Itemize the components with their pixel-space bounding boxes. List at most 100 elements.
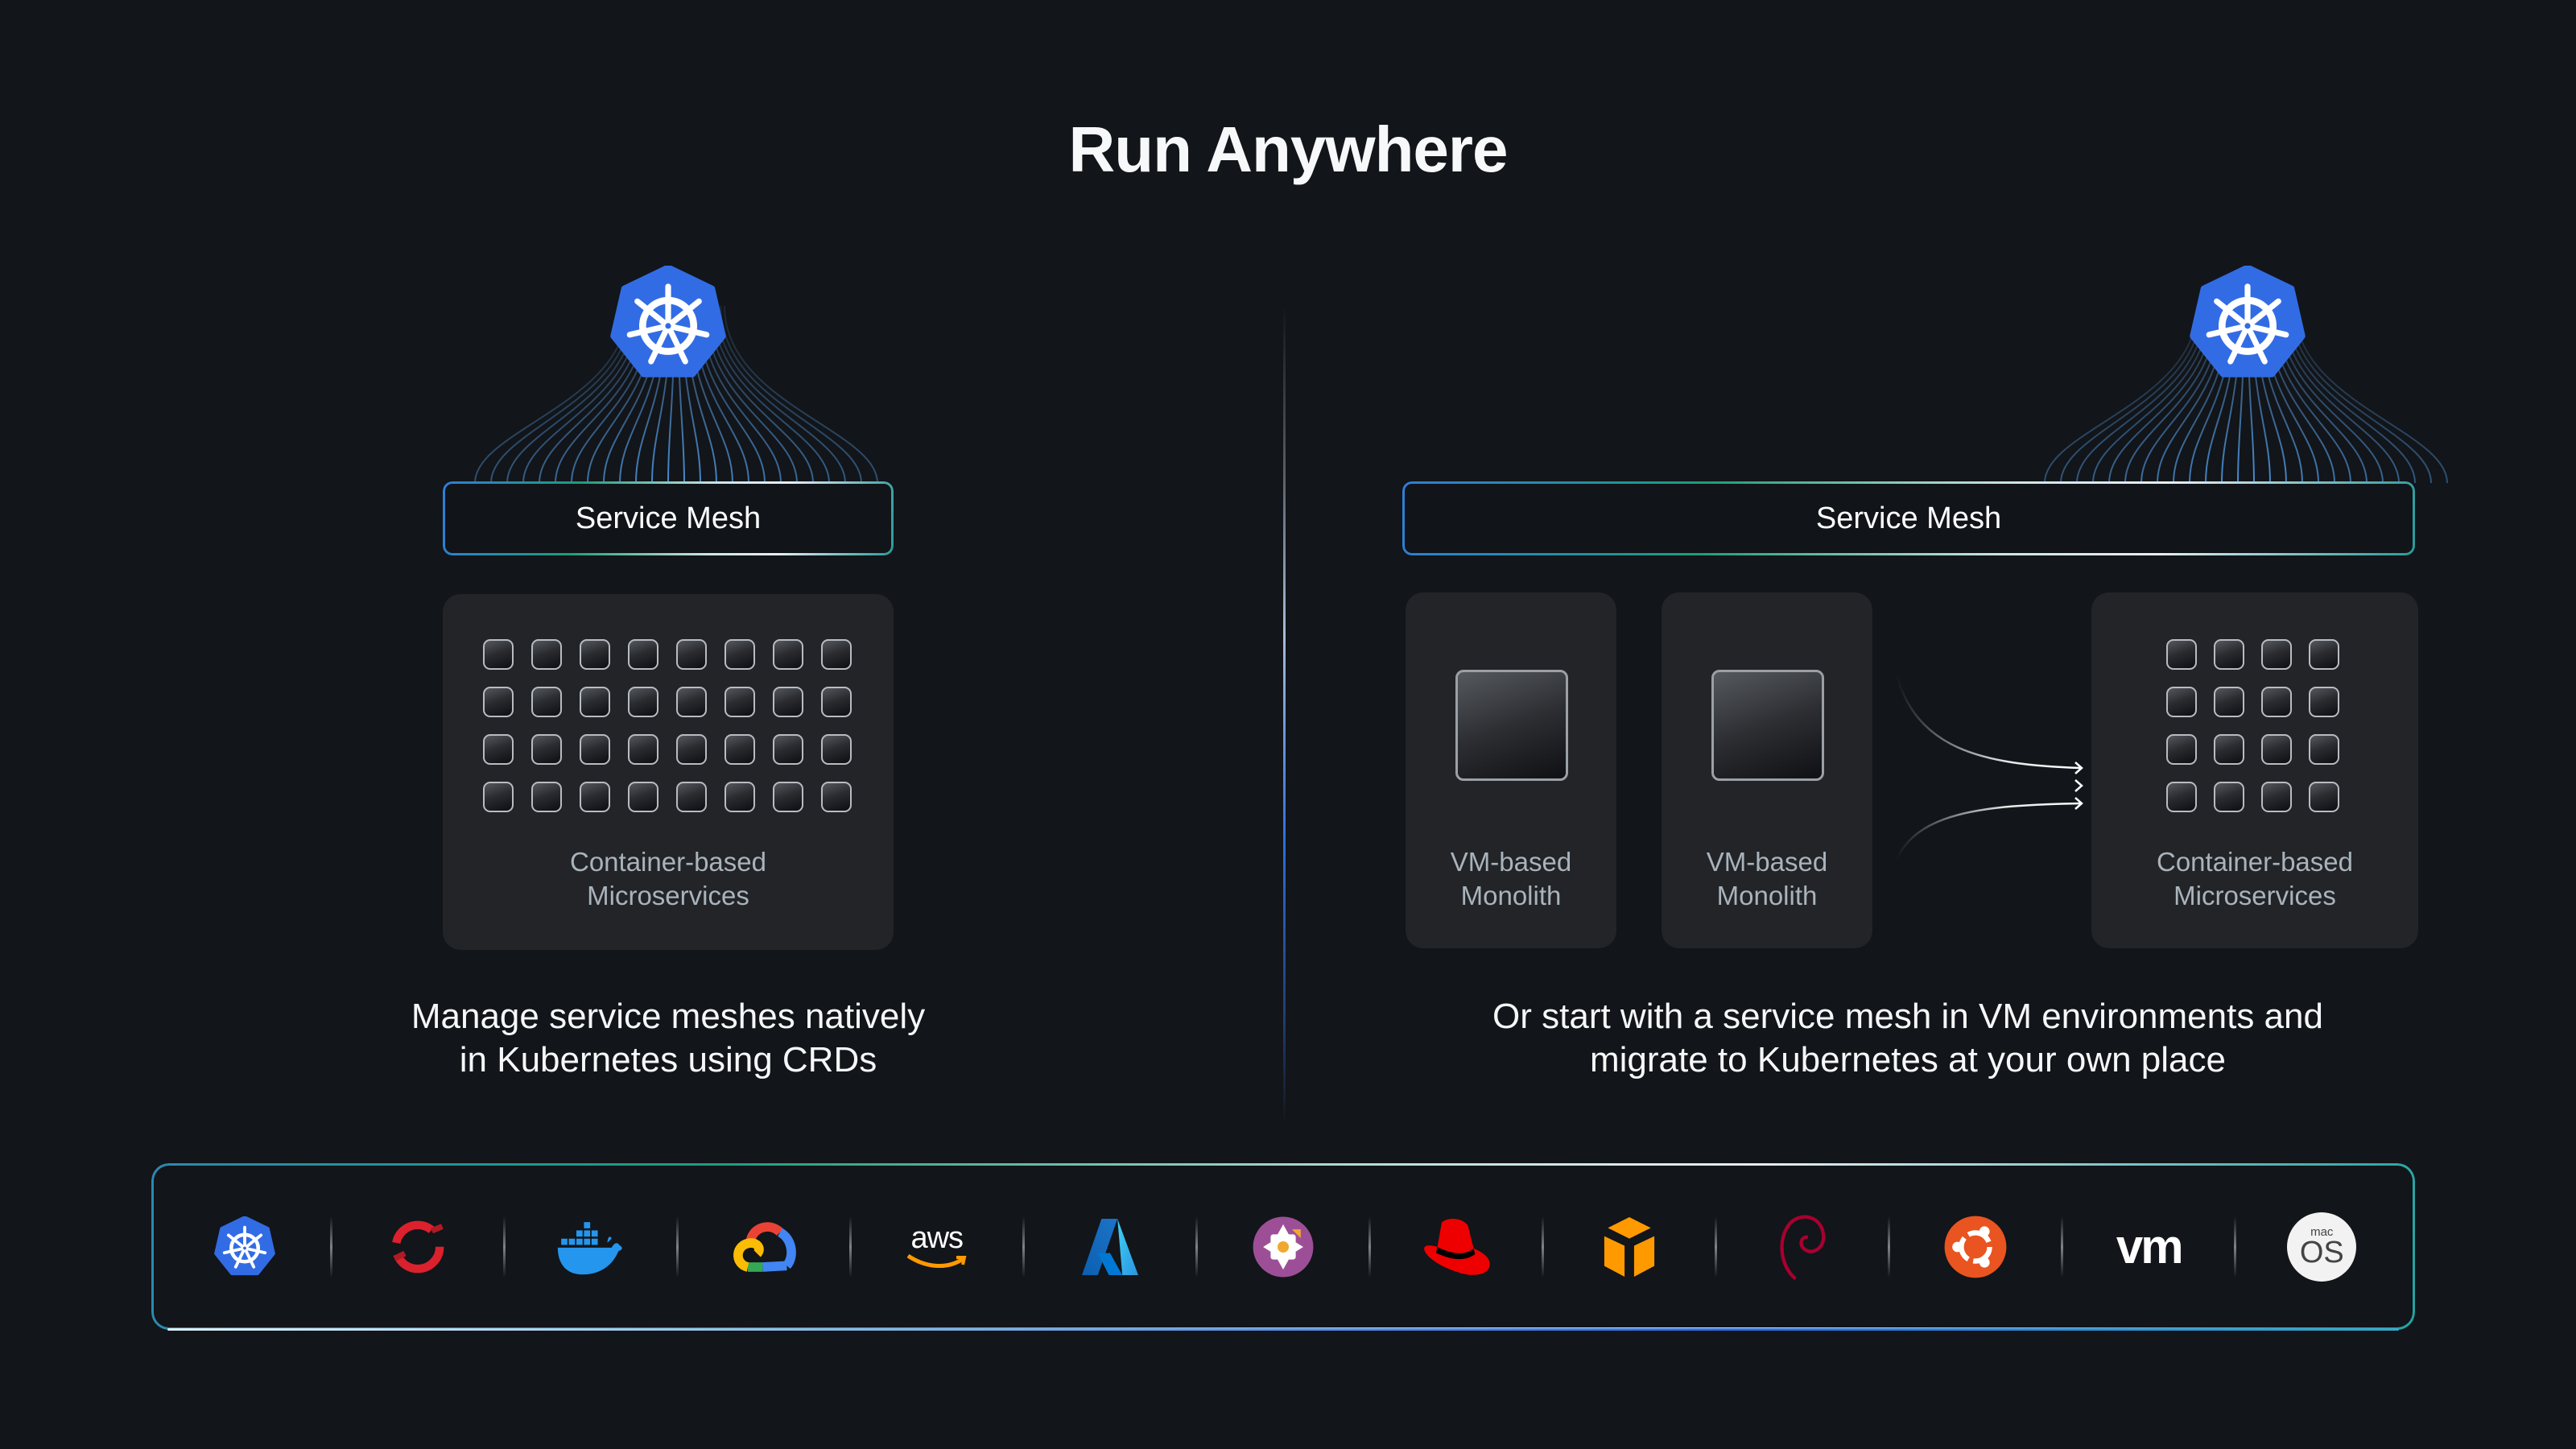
docker-icon xyxy=(555,1211,627,1283)
section-divider xyxy=(1283,306,1286,1127)
fan-line xyxy=(2060,306,2202,483)
container-icon xyxy=(2166,639,2197,670)
vmware-icon: vm xyxy=(2112,1211,2185,1283)
vm-monolith-panel: VM-based Monolith xyxy=(1662,592,1872,948)
container-icon xyxy=(2214,782,2244,812)
panel-label-line2: Monolith xyxy=(1716,881,1818,910)
service-mesh-label: Service Mesh xyxy=(1815,501,2002,535)
kubernetes-icon xyxy=(2190,264,2306,386)
container-icon xyxy=(580,734,610,765)
container-icon xyxy=(724,734,755,765)
panel-label: VM-based Monolith xyxy=(1406,845,1616,913)
azure-icon xyxy=(1074,1211,1146,1283)
container-icon xyxy=(2214,639,2244,670)
container-icon xyxy=(628,639,658,670)
logo-separator xyxy=(2061,1216,2064,1278)
container-icon xyxy=(773,734,803,765)
service-mesh-label: Service Mesh xyxy=(575,501,762,535)
logo-separator xyxy=(502,1216,506,1278)
container-icon xyxy=(773,639,803,670)
container-icon xyxy=(821,734,852,765)
logo-separator xyxy=(1022,1216,1025,1278)
ubuntu-icon xyxy=(1939,1211,2012,1283)
fan-line xyxy=(474,306,629,483)
service-mesh-box-right: Service Mesh xyxy=(1402,481,2415,555)
container-icon xyxy=(676,734,707,765)
container-icon xyxy=(531,687,562,717)
container-icon xyxy=(483,687,514,717)
service-mesh-box-left: Service Mesh xyxy=(443,481,894,555)
container-icon xyxy=(2214,734,2244,765)
arrow-bottom xyxy=(1894,802,2082,862)
vm-box-icon xyxy=(1711,670,1824,781)
openshift-icon xyxy=(382,1211,454,1283)
container-icon xyxy=(483,639,514,670)
platform-logo-bar: aws vm mac OS xyxy=(151,1163,2415,1331)
panel-label-line1: VM-based xyxy=(1450,847,1572,877)
fan-line xyxy=(2289,306,2432,483)
container-icon xyxy=(531,782,562,812)
panel-label-line1: VM-based xyxy=(1706,847,1828,877)
right-caption-line2: migrate to Kubernetes at your own place xyxy=(1589,1040,2226,1080)
panel-label-line2: Microservices xyxy=(587,881,749,910)
redhat-icon xyxy=(1420,1211,1492,1283)
panel-label-line1: Container-based xyxy=(2157,847,2353,877)
kubernetes-icon xyxy=(208,1211,281,1283)
container-icon xyxy=(2309,639,2339,670)
kubernetes-icon xyxy=(610,264,726,386)
container-icon xyxy=(724,782,755,812)
arrow-top xyxy=(1894,671,2082,770)
container-icon xyxy=(676,687,707,717)
vmware-text: vm xyxy=(2116,1220,2184,1274)
container-grid xyxy=(2166,639,2339,812)
left-caption-line1: Manage service meshes natively xyxy=(411,997,926,1036)
container-icon xyxy=(2214,687,2244,717)
container-icon xyxy=(580,639,610,670)
macos-text: OS xyxy=(2299,1235,2344,1269)
container-icon xyxy=(2261,687,2292,717)
panel-label-line1: Container-based xyxy=(570,847,766,877)
container-icon xyxy=(724,639,755,670)
container-icon xyxy=(821,782,852,812)
panel-label: Container-based Microservices xyxy=(2091,845,2418,913)
left-caption-line2: in Kubernetes using CRDs xyxy=(459,1040,877,1080)
logo-separator xyxy=(848,1216,852,1278)
panel-label-line2: Monolith xyxy=(1460,881,1562,910)
logo-separator xyxy=(1888,1216,1891,1278)
container-icon xyxy=(724,687,755,717)
logo-separator xyxy=(329,1216,332,1278)
container-icon xyxy=(628,782,658,812)
logo-separator xyxy=(2234,1216,2237,1278)
container-icon xyxy=(483,782,514,812)
vm-box-icon xyxy=(1455,670,1568,781)
panel-label: Container-based Microservices xyxy=(443,845,894,913)
container-microservices-panel: Container-based Microservices xyxy=(443,594,894,950)
container-icon xyxy=(2166,687,2197,717)
container-icon xyxy=(531,734,562,765)
fan-line xyxy=(2044,306,2198,483)
container-icon xyxy=(2166,734,2197,765)
container-icon xyxy=(676,639,707,670)
right-caption: Or start with a service mesh in VM envir… xyxy=(1385,995,2431,1082)
container-icon xyxy=(628,687,658,717)
fan-line xyxy=(724,306,878,483)
container-icon xyxy=(2309,782,2339,812)
right-caption-line1: Or start with a service mesh in VM envir… xyxy=(1492,997,2323,1036)
fan-line xyxy=(720,306,862,483)
container-icon xyxy=(531,639,562,670)
container-icon xyxy=(483,734,514,765)
container-icon xyxy=(2261,734,2292,765)
logo-separator xyxy=(1715,1216,1718,1278)
container-icon xyxy=(676,782,707,812)
container-microservices-panel: Container-based Microservices xyxy=(2091,592,2418,948)
container-icon xyxy=(773,687,803,717)
logo-separator xyxy=(1195,1216,1198,1278)
container-icon xyxy=(628,734,658,765)
logo-separator xyxy=(675,1216,679,1278)
debian-icon xyxy=(1766,1211,1839,1283)
container-icon xyxy=(2166,782,2197,812)
container-icon xyxy=(2261,639,2292,670)
google-cloud-icon xyxy=(728,1211,800,1283)
container-icon xyxy=(821,687,852,717)
aws-text: aws xyxy=(910,1220,964,1255)
